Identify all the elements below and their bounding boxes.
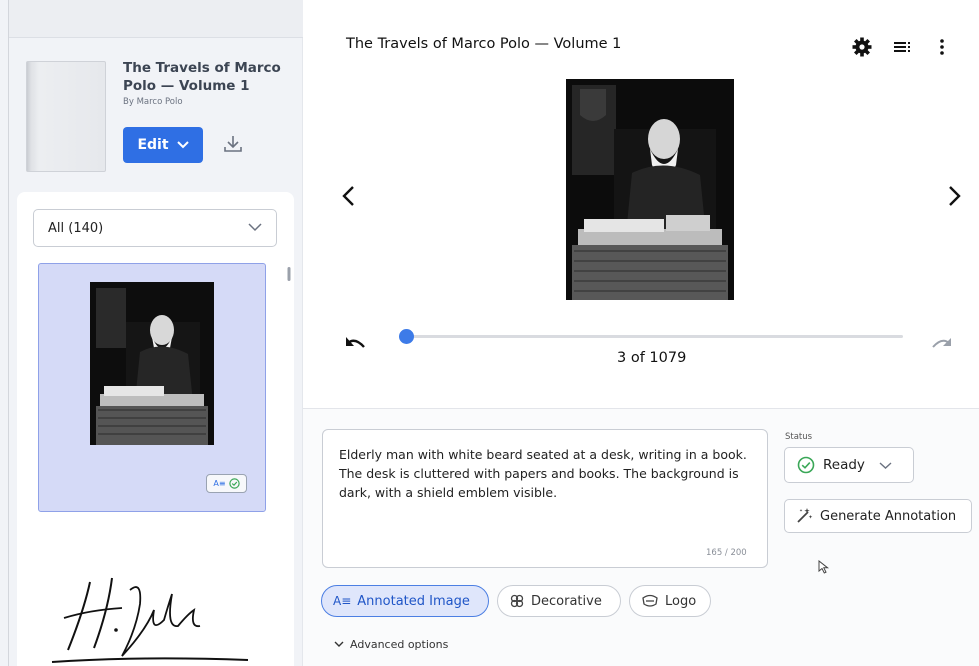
flower-icon [510,594,524,608]
image-filter-select[interactable]: All (140) [33,209,277,247]
chevron-left-icon[interactable] [338,183,360,209]
section-divider [303,408,979,409]
check-circle-icon [228,478,240,489]
mouse-cursor-icon [818,560,830,574]
page-slider-track[interactable] [405,335,903,338]
type-chip-logo[interactable]: Logo [629,585,711,617]
chevron-down-icon [334,641,344,647]
annotated-image-icon: A≡ [213,479,226,488]
undo-icon[interactable] [343,333,367,355]
sidebar-divider [8,0,9,666]
thumbnail-portrait-image [90,282,214,445]
character-count: 165 / 200 [706,548,747,558]
status-value: Ready [823,457,865,473]
chevron-right-icon[interactable] [943,183,965,209]
download-icon[interactable] [222,133,244,155]
redo-icon[interactable] [930,333,954,355]
more-vert-icon[interactable] [931,36,953,58]
book-author: By Marco Polo [123,97,183,107]
magic-wand-icon [797,508,813,523]
image-filter-value: All (140) [48,220,104,236]
chevron-down-icon [248,223,262,232]
chevron-down-icon [176,141,189,149]
signature-image [51,577,249,663]
type-chip-label: Decorative [531,593,602,609]
generate-annotation-label: Generate Annotation [820,508,957,524]
chevron-down-icon [879,461,892,469]
logo-icon [642,594,658,607]
edit-button[interactable]: Edit [123,127,203,163]
image-thumbnail-card[interactable]: A≡ [38,263,266,512]
annotation-status-badge: A≡ [206,474,247,493]
advanced-options-toggle[interactable]: Advanced options [334,638,448,651]
list-icon[interactable] [892,36,914,58]
status-label: Status [785,432,813,442]
sidebar-header-strip [9,0,303,38]
page-counter: 3 of 1079 [617,350,687,366]
type-chip-label: Logo [665,593,697,609]
edit-button-label: Edit [137,137,169,153]
annotated-image-icon: A≡ [333,594,352,608]
type-chip-label: Annotated Image [357,593,470,609]
annotation-textarea[interactable]: Elderly man with white beard seated at a… [322,429,768,568]
viewer-title: The Travels of Marco Polo — Volume 1 [346,36,622,52]
generate-annotation-button[interactable]: Generate Annotation [784,499,972,533]
status-select[interactable]: Ready [784,447,914,483]
page-slider-handle[interactable] [398,329,414,344]
type-chip-decorative[interactable]: Decorative [497,585,621,617]
book-cover [26,61,106,172]
type-chip-annotated-image[interactable]: A≡ Annotated Image [321,585,489,617]
advanced-options-label: Advanced options [350,638,449,651]
gear-icon[interactable] [851,36,873,58]
list-scrollbar[interactable] [287,267,291,281]
check-circle-icon [797,456,815,474]
book-title: The Travels of Marco Polo — Volume 1 [123,60,281,94]
main-portrait-image [566,79,734,300]
